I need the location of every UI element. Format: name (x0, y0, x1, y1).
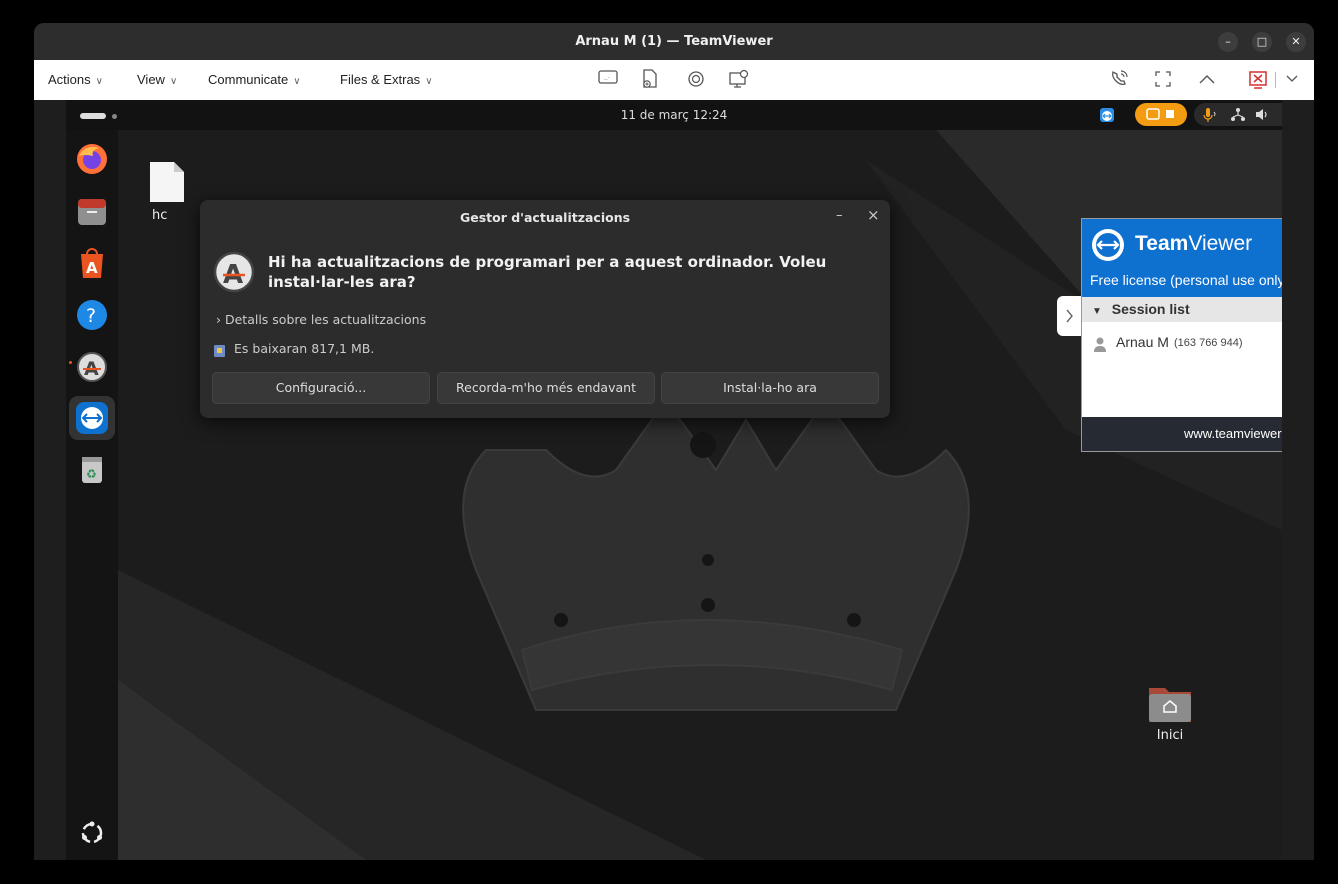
files-icon[interactable] (75, 194, 109, 228)
trash-icon[interactable]: ♻ (75, 452, 109, 486)
install-now-button[interactable]: Instal·la-ho ara (661, 372, 879, 404)
teamviewer-icon[interactable] (75, 401, 109, 435)
teamviewer-website-link[interactable]: www.teamviewer.com (1184, 426, 1282, 441)
brand-bold: Team (1135, 232, 1189, 255)
svg-text:♻: ♻ (86, 467, 97, 481)
user-icon (1092, 334, 1108, 352)
menu-communicate-label: Communicate (208, 72, 289, 87)
firefox-icon[interactable] (75, 142, 109, 176)
menu-actions[interactable]: Actions ∨ (48, 60, 103, 100)
home-folder-icon[interactable] (1147, 682, 1193, 724)
ctrl-alt-del-icon[interactable]: ..· (597, 69, 619, 91)
svg-text:A: A (86, 259, 98, 277)
end-session-icon[interactable] (1248, 69, 1270, 91)
session-recording-icon[interactable] (685, 69, 707, 91)
chevron-down-icon[interactable] (1281, 69, 1303, 91)
home-folder-label: Inici (1156, 728, 1184, 743)
show-apps-icon[interactable] (75, 816, 109, 850)
remind-later-button[interactable]: Recorda-m'ho més endavant (437, 372, 655, 404)
details-label: Detalls sobre les actualitzacions (224, 312, 427, 327)
close-button[interactable]: ✕ (1286, 32, 1306, 52)
running-indicator (69, 361, 72, 364)
svg-text:?: ? (86, 305, 96, 327)
gnome-top-bar: 11 de març 12:24 (66, 100, 1282, 130)
maximize-button[interactable]: □ (1252, 32, 1272, 52)
title-bar: Arnau M (1) — TeamViewer – □ ✕ (34, 23, 1314, 60)
fullscreen-icon[interactable] (1152, 69, 1174, 91)
panel-header: TeamViewer × Free license (personal use … (1082, 219, 1282, 297)
chevron-down-icon: ∨ (293, 76, 301, 87)
dialog-title: Gestor d'actualitzacions (459, 210, 631, 225)
divider (1275, 72, 1276, 88)
settings-button[interactable]: Configuració... (212, 372, 430, 404)
remote-screen-icon[interactable] (728, 69, 750, 91)
software-updater-icon: A (212, 250, 256, 294)
minimize-button[interactable]: – (1218, 32, 1238, 52)
screen-share-indicator[interactable] (1135, 103, 1187, 126)
brand-light: Viewer (1188, 232, 1253, 255)
session-row[interactable]: Arnau M (163 766 944) (1082, 329, 1282, 355)
desktop-file-label: hc (152, 208, 168, 223)
toolbar: Actions ∨ View ∨ Communicate ∨ Files & Extr… (34, 60, 1314, 100)
window-title: Arnau M (1) — TeamViewer (575, 34, 773, 49)
session-list-header[interactable]: ▼ Session list (1082, 297, 1282, 322)
menu-view-label: View (137, 72, 165, 87)
app-center-icon[interactable]: A (75, 246, 109, 280)
menu-files-extras-label: Files & Extras (340, 72, 421, 87)
update-manager-dialog: Gestor d'actualitzacions – × A Hi ha act… (200, 200, 890, 418)
software-updater-icon[interactable]: A (75, 350, 109, 384)
menu-actions-label: Actions (48, 72, 91, 87)
panel-toggle[interactable] (1057, 296, 1081, 336)
session-user-name: Arnau M (1116, 334, 1169, 350)
dialog-minimize-button[interactable]: – (836, 208, 843, 223)
panel-footer: www.teamviewer.com (1082, 417, 1282, 451)
dialog-close-button[interactable]: × (867, 206, 880, 224)
help-icon[interactable]: ? (75, 298, 109, 332)
dock: A ? A ♻ (66, 130, 118, 860)
menu-communicate[interactable]: Communicate ∨ (208, 60, 301, 100)
license-text: Free license (personal use only) (1090, 272, 1282, 288)
teamviewer-tray-icon[interactable] (1100, 108, 1114, 122)
details-expander[interactable]: › Detalls sobre les actualitzacions (216, 312, 426, 327)
remote-desktop[interactable]: 11 de març 12:24 A ? A ♻ hc Inici Gestor… (66, 100, 1282, 860)
call-icon[interactable] (1108, 69, 1130, 91)
chevron-down-icon: ∨ (425, 76, 433, 87)
package-icon (214, 342, 225, 357)
svg-text:..·: ..· (604, 75, 610, 82)
download-size-text: Es baixaran 817,1 MB. (234, 341, 375, 356)
chevron-down-icon: ∨ (95, 76, 103, 87)
dialog-heading: Hi ha actualitzacions de programari per … (268, 253, 827, 291)
menu-files-extras[interactable]: Files & Extras ∨ (340, 60, 433, 100)
teamviewer-panel: TeamViewer × Free license (personal use … (1081, 218, 1282, 452)
system-status-area[interactable] (1194, 103, 1282, 126)
panel-brand: TeamViewer (1135, 232, 1252, 256)
collapse-toolbar-icon[interactable] (1196, 69, 1218, 91)
teamviewer-window: Arnau M (1) — TeamViewer – □ ✕ Actions ∨ … (34, 23, 1314, 860)
chevron-down-icon: ∨ (169, 76, 178, 87)
session-list-label: Session list (1111, 301, 1190, 317)
desktop-file-icon[interactable] (148, 160, 186, 204)
file-transfer-icon[interactable] (639, 69, 661, 91)
teamviewer-logo-icon (1090, 227, 1126, 263)
triangle-down-icon: ▼ (1092, 306, 1102, 317)
chevron-right-icon: › (216, 312, 221, 327)
menu-view[interactable]: View ∨ (137, 60, 177, 100)
session-user-id: (163 766 944) (1174, 337, 1243, 349)
